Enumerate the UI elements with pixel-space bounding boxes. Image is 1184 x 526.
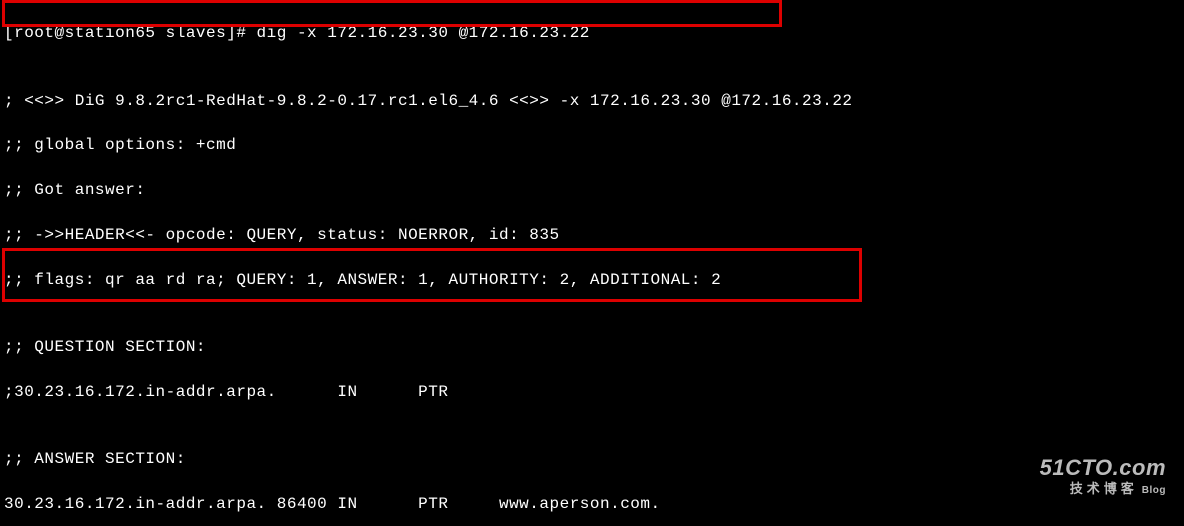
- answer-section-header: ;; ANSWER SECTION:: [4, 448, 1180, 470]
- terminal-output: [root@station65 slaves]# dig -x 172.16.2…: [0, 0, 1184, 526]
- question-row: ;30.23.16.172.in-addr.arpa. IN PTR: [4, 381, 1180, 403]
- got-answer-line: ;; Got answer:: [4, 179, 1180, 201]
- global-options-line: ;; global options: +cmd: [4, 134, 1180, 156]
- flags-line: ;; flags: qr aa rd ra; QUERY: 1, ANSWER:…: [4, 269, 1180, 291]
- dig-version-line: ; <<>> DiG 9.8.2rc1-RedHat-9.8.2-0.17.rc…: [4, 90, 1180, 112]
- answer-row: 30.23.16.172.in-addr.arpa. 86400 IN PTR …: [4, 493, 1180, 515]
- header-line: ;; ->>HEADER<<- opcode: QUERY, status: N…: [4, 224, 1180, 246]
- question-section-header: ;; QUESTION SECTION:: [4, 336, 1180, 358]
- shell-prompt-line[interactable]: [root@station65 slaves]# dig -x 172.16.2…: [4, 22, 1180, 44]
